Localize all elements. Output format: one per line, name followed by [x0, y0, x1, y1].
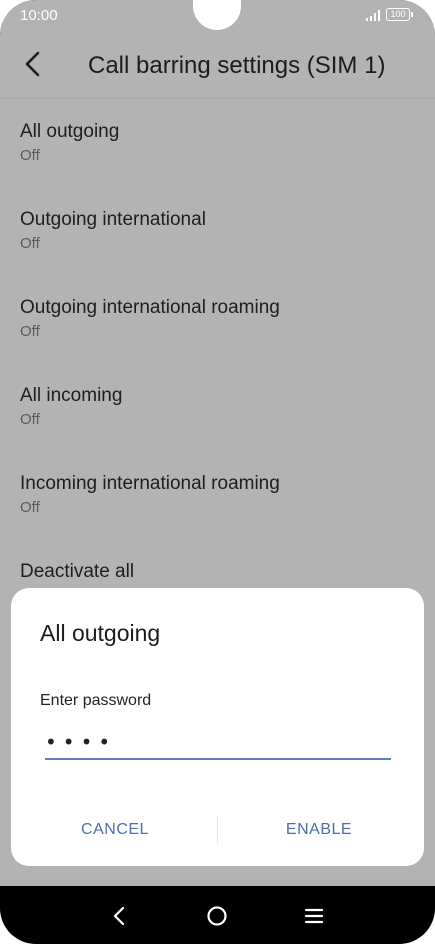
enable-button[interactable]: ENABLE — [239, 818, 399, 842]
setting-title: All incoming — [20, 385, 123, 406]
setting-all-outgoing[interactable]: All outgoing Off — [20, 120, 119, 166]
navigation-bar — [0, 886, 435, 944]
password-label: Enter password — [40, 692, 152, 709]
cancel-button[interactable]: CANCEL — [35, 818, 195, 842]
setting-title: All outgoing — [20, 121, 120, 142]
battery-icon: 100 — [386, 8, 413, 21]
app-header: Call barring settings (SIM 1) — [0, 32, 435, 99]
setting-outgoing-international-roaming[interactable]: Outgoing international roaming Off — [20, 296, 280, 342]
camera-notch — [193, 0, 241, 30]
password-input[interactable] — [45, 728, 391, 760]
setting-title: Outgoing international roaming — [20, 297, 280, 318]
page-title: Call barring settings (SIM 1) — [88, 52, 386, 79]
setting-deactivate-all[interactable]: Deactivate all — [20, 560, 134, 584]
nav-home-icon[interactable] — [205, 904, 229, 928]
setting-status: Off — [20, 235, 40, 252]
setting-title: Incoming international roaming — [20, 473, 280, 494]
setting-status: Off — [20, 323, 40, 340]
setting-status: Off — [20, 499, 40, 516]
setting-status: Off — [20, 411, 40, 428]
setting-title: Outgoing international — [20, 209, 206, 230]
signal-icon — [366, 10, 380, 21]
status-time: 10:00 — [20, 7, 58, 24]
button-divider — [217, 816, 218, 844]
battery-level: 100 — [390, 9, 406, 19]
setting-outgoing-international[interactable]: Outgoing international Off — [20, 208, 206, 254]
dialog-title: All outgoing — [40, 620, 161, 646]
nav-back-icon[interactable] — [108, 904, 132, 928]
setting-title: Deactivate all — [20, 561, 135, 582]
setting-all-incoming[interactable]: All incoming Off — [20, 384, 122, 430]
password-dialog: All outgoing Enter password CANCEL ENABL… — [11, 588, 424, 866]
nav-menu-icon[interactable] — [302, 904, 326, 928]
status-bar: 10:00 100 — [0, 0, 435, 32]
setting-incoming-international-roaming[interactable]: Incoming international roaming Off — [20, 472, 280, 518]
setting-status: Off — [20, 147, 40, 164]
back-arrow-icon[interactable] — [20, 50, 48, 78]
phone-frame: 10:00 100 Call barring settings (SIM 1) … — [0, 0, 435, 944]
screen: 10:00 100 Call barring settings (SIM 1) … — [0, 0, 435, 944]
